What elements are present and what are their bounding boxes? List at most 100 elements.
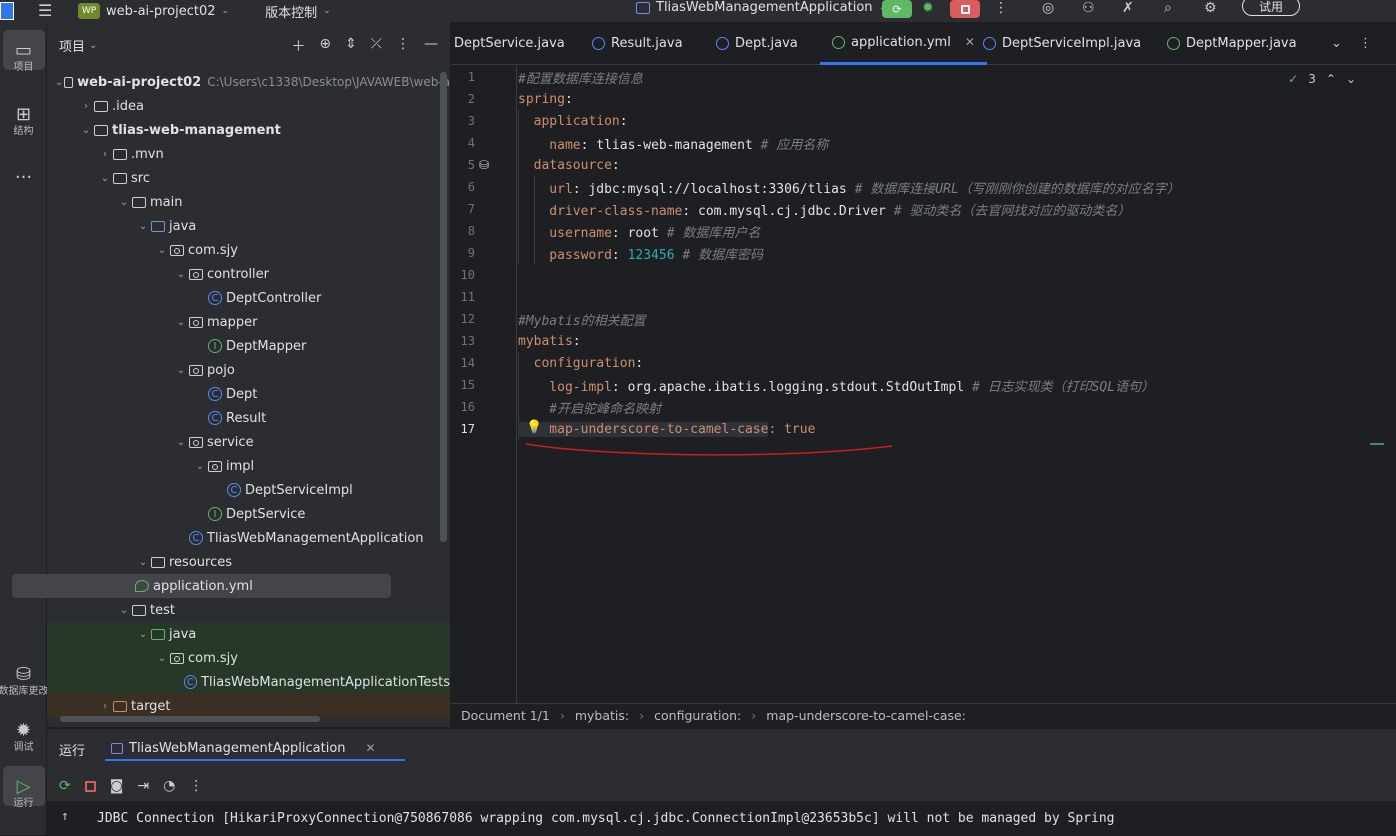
chevron-right-icon[interactable]: › — [97, 149, 113, 160]
breadcrumb-item[interactable]: configuration: — [654, 708, 741, 723]
tree-item[interactable]: C TliasWebManagementApplicationTests — [47, 670, 450, 694]
tab-result[interactable]: Result.java — [592, 22, 683, 65]
rerun-icon[interactable]: ⟳ — [59, 778, 71, 794]
chevron-down-icon[interactable]: ⌄ — [323, 6, 331, 16]
tree-item[interactable]: C DeptServiceImpl — [47, 478, 450, 502]
database-gutter-icon[interactable]: ⛁ — [479, 158, 489, 172]
tree-item[interactable]: ⌄ impl — [47, 454, 450, 478]
tree-item[interactable]: ⌄ resources — [47, 550, 450, 574]
chevron-down-icon[interactable]: ⌄ — [89, 40, 97, 51]
more-icon[interactable]: ⋮ — [189, 778, 203, 794]
collapse-all-icon[interactable]: ⤫ — [371, 36, 382, 56]
close-icon[interactable]: ✕ — [366, 741, 376, 755]
code-line[interactable]: 4 name: tlias-web-management # 应用名称 — [451, 132, 1396, 154]
tree-item[interactable]: ⌄ tlias-web-management — [47, 118, 450, 142]
ai-assistant-icon[interactable]: ◎ — [1042, 0, 1054, 16]
hide-panel-icon[interactable]: — — [424, 36, 438, 56]
tree-item[interactable]: ⌄ src — [47, 166, 450, 190]
project-name[interactable]: web-ai-project02 — [106, 4, 216, 19]
code-line[interactable]: 5 datasource: — [451, 154, 1396, 176]
expand-all-icon[interactable]: ⇕ — [345, 36, 357, 56]
tree-item[interactable]: ⌄ java — [47, 622, 450, 646]
code-line[interactable]: 13 mybatis: — [451, 330, 1396, 352]
tree-horizontal-scrollbar[interactable] — [60, 716, 320, 722]
tree-item[interactable]: ⌄ web-ai-project02 C:\Users\c1338\Desktop\… — [47, 70, 450, 94]
tool-debug[interactable]: ✹ 调试 — [0, 710, 47, 754]
tree-item[interactable]: C Dept — [47, 382, 450, 406]
chevron-down-icon[interactable]: ⌄ — [54, 77, 64, 88]
tabs-dropdown-icon[interactable]: ⌄ — [1331, 22, 1342, 65]
code-line[interactable]: 1 #配置数据库连接信息 — [451, 66, 1396, 88]
console-output[interactable]: ↑ JDBC Connection [HikariProxyConnection… — [47, 801, 1396, 836]
more-tools[interactable]: ... — [0, 152, 47, 192]
tree-item[interactable]: C TliasWebManagementApplication — [47, 526, 450, 550]
chevron-right-icon[interactable]: › — [78, 101, 94, 112]
trial-button[interactable]: 试用 — [1242, 0, 1300, 16]
tabs-options-icon[interactable]: ⋮ — [1359, 22, 1372, 65]
tree-item[interactable]: I DeptService — [47, 502, 450, 526]
code-line[interactable]: 8 username: root # 数据库用户名 — [451, 220, 1396, 242]
tree-item[interactable]: ⌄ test — [47, 598, 450, 622]
more-actions-icon[interactable]: ⋮ — [994, 0, 1008, 16]
breadcrumb-item[interactable]: Document 1/1 — [461, 708, 550, 723]
code-line[interactable]: 17 map-underscore-to-camel-case: true — [451, 418, 1396, 440]
tool-structure[interactable]: ⊞ 结构 — [0, 94, 47, 138]
chevron-down-icon[interactable]: ⌄ — [173, 437, 189, 448]
tab-dept[interactable]: Dept.java — [716, 22, 798, 65]
stop-icon[interactable] — [84, 780, 96, 792]
project-view-title[interactable]: 项目 — [59, 36, 85, 55]
add-user-icon[interactable]: ⚇ — [1082, 0, 1095, 16]
code-line[interactable]: 2 spring: — [451, 88, 1396, 110]
tree-item[interactable]: application.yml — [12, 574, 391, 598]
tree-item[interactable]: ⌄ main — [47, 190, 450, 214]
code-line[interactable]: 6 url: jdbc:mysql://localhost:3306/tlias… — [451, 176, 1396, 198]
chevron-down-icon[interactable]: ⌄ — [135, 221, 151, 232]
code-line[interactable]: 9 password: 123456 # 数据库密码 — [451, 242, 1396, 264]
tab-deptmapper[interactable]: DeptMapper.java — [1167, 22, 1297, 65]
tree-vertical-scrollbar[interactable] — [440, 72, 447, 542]
vcs-menu[interactable]: 版本控制 — [265, 2, 317, 21]
tree-item[interactable]: C Result — [47, 406, 450, 430]
tab-deptservice[interactable]: DeptService.java — [454, 22, 565, 65]
chevron-down-icon[interactable]: ⌄ — [116, 197, 132, 208]
chevron-down-icon[interactable]: ⌄ — [173, 269, 189, 280]
code-line[interactable]: 10 — [451, 264, 1396, 286]
code-line[interactable]: 12 #Mybatis的相关配置 — [451, 308, 1396, 330]
tree-item[interactable]: ⌄ com.sjy — [47, 238, 450, 262]
tree-item[interactable]: ⌄ mapper — [47, 310, 450, 334]
chevron-down-icon[interactable]: ⌄ — [222, 6, 230, 16]
tree-item[interactable]: C DeptController — [47, 286, 450, 310]
project-badge[interactable]: WP — [78, 3, 100, 19]
tree-item[interactable]: ⌄ service — [47, 430, 450, 454]
chevron-down-icon[interactable]: ⌄ — [116, 605, 132, 616]
tab-application-yml[interactable]: application.yml ✕ — [820, 22, 987, 65]
tree-item[interactable]: ⌄ com.sjy — [47, 646, 450, 670]
code-line[interactable]: 11 — [451, 286, 1396, 308]
tool-run[interactable]: ▷ 运行 — [0, 766, 47, 809]
translate-icon[interactable]: ✗ — [1122, 0, 1134, 16]
code-line[interactable]: 3 application: — [451, 110, 1396, 132]
tree-item[interactable]: ⌄ java — [47, 214, 450, 238]
code-line[interactable]: 16 #开启驼峰命名映射 — [451, 396, 1396, 418]
scroll-up-icon[interactable]: ↑ — [61, 809, 69, 824]
stop-button[interactable] — [950, 0, 980, 18]
tree-item[interactable]: ⌄ pojo — [47, 358, 450, 382]
tab-deptserviceimpl[interactable]: DeptServiceImpl.java — [983, 22, 1141, 65]
chevron-down-icon[interactable]: ⌄ — [154, 653, 170, 664]
code-line[interactable]: 14 configuration: — [451, 352, 1396, 374]
locate-icon[interactable]: ⊕ — [319, 36, 331, 56]
new-file-icon[interactable]: ＋ — [291, 36, 305, 56]
code-line[interactable]: 15 log-impl: org.apache.ibatis.logging.s… — [451, 374, 1396, 396]
tree-item[interactable]: ⌄ controller — [47, 262, 450, 286]
camera-icon[interactable]: ◙ — [110, 778, 124, 794]
chevron-right-icon[interactable]: › — [97, 701, 113, 712]
settings-gear-icon[interactable]: ⚙ — [1204, 0, 1217, 16]
breadcrumb-item[interactable]: mybatis: — [575, 708, 629, 723]
tree-item[interactable]: I DeptMapper — [47, 334, 450, 358]
tree-item[interactable]: › .mvn — [47, 142, 450, 166]
chevron-down-icon[interactable]: ⌄ — [97, 173, 113, 184]
debug-icon[interactable]: ✹ — [922, 0, 934, 16]
chevron-down-icon[interactable]: ⌄ — [173, 365, 189, 376]
performance-icon[interactable]: ◔ — [163, 778, 175, 794]
chevron-down-icon[interactable]: ⌄ — [154, 245, 170, 256]
